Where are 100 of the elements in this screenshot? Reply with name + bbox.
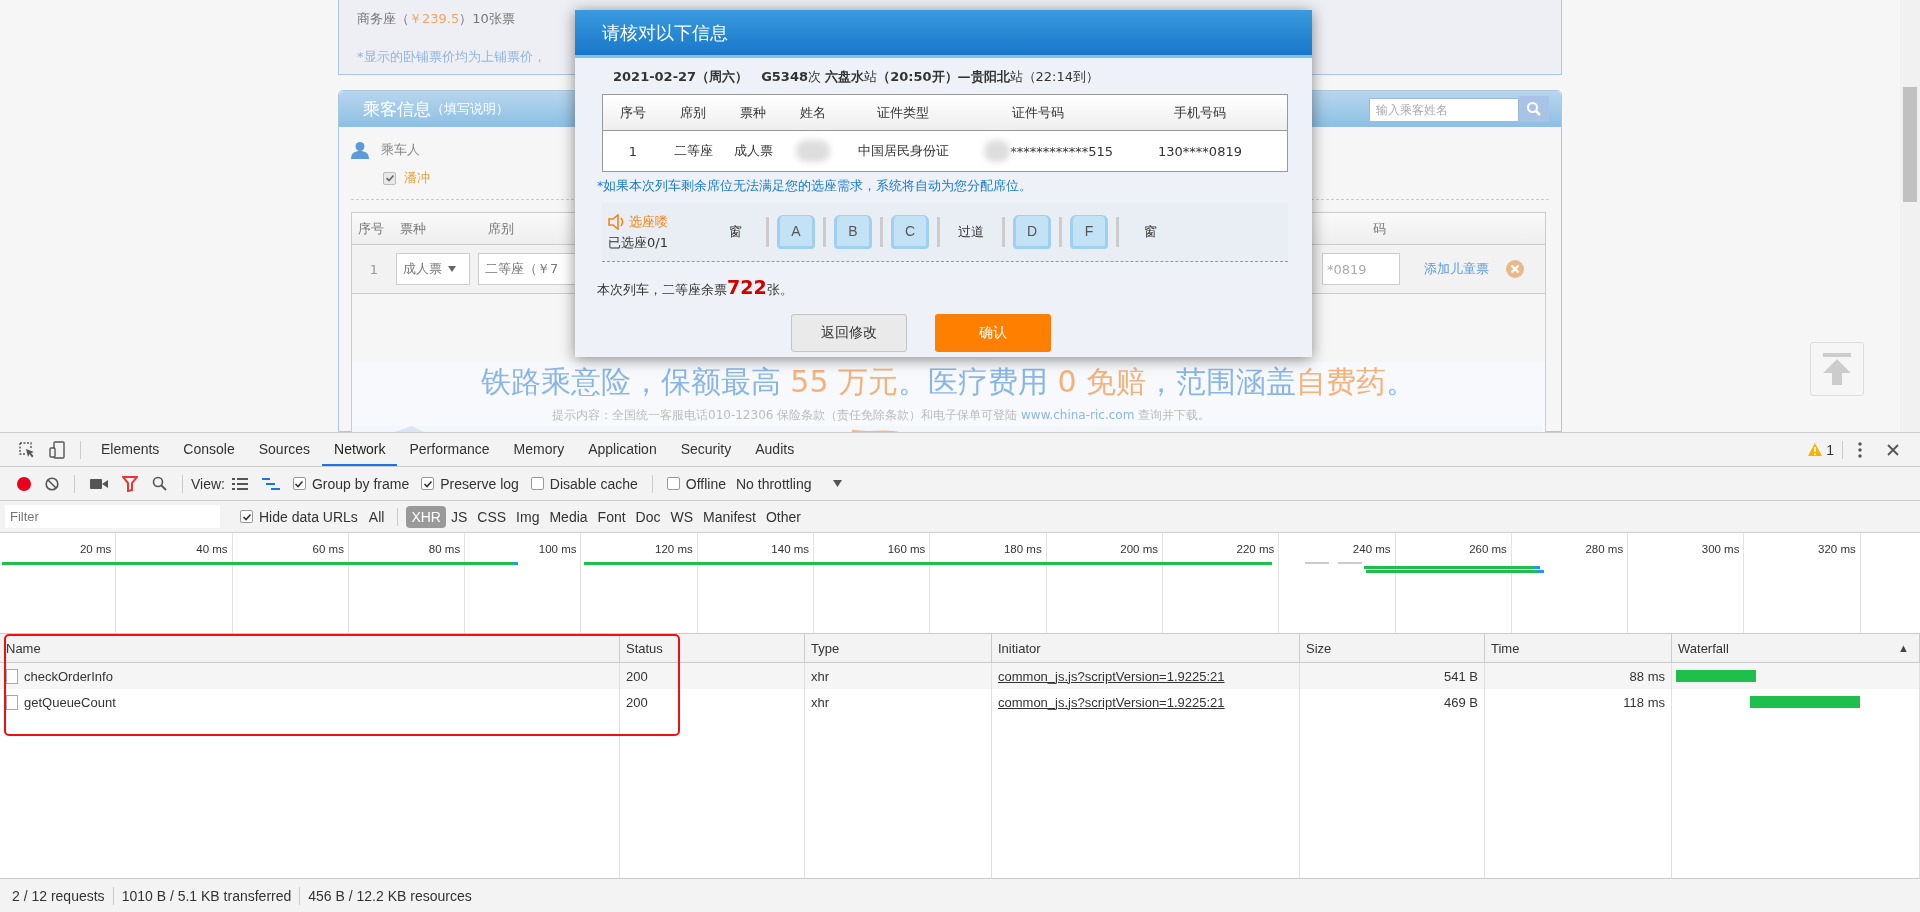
initiator-link[interactable]: common_js.js?scriptVersion=1.9225:21: [998, 694, 1225, 710]
type-filter-button[interactable]: WS: [665, 505, 699, 528]
request-name[interactable]: checkOrderInfo: [24, 668, 113, 684]
column-header[interactable]: Type: [811, 640, 840, 656]
type-filter-button[interactable]: Img: [511, 505, 545, 528]
option-checkbox[interactable]: Offline: [666, 475, 726, 492]
checkmark-icon: [241, 511, 252, 522]
caret-icon: [448, 266, 456, 272]
more-options-icon[interactable]: [1858, 441, 1862, 458]
file-icon: [6, 694, 18, 710]
table-cell: 88 ms: [1629, 668, 1665, 684]
devtools-tab[interactable]: Sources: [246, 433, 323, 466]
checkmark-icon: [422, 478, 433, 489]
type-filter-button[interactable]: Font: [592, 505, 631, 528]
type-filter-button[interactable]: Other: [761, 505, 806, 528]
timeline-tick-label: 280 ms: [1585, 543, 1624, 555]
timeline-tick-label: 40 ms: [196, 543, 228, 555]
record-button[interactable]: [17, 476, 31, 491]
timeline-tick-label: 160 ms: [887, 543, 926, 555]
column-header[interactable]: Status: [626, 640, 663, 656]
option-checkbox[interactable]: Disable cache: [530, 475, 638, 492]
column-header[interactable]: Waterfall: [1678, 640, 1729, 656]
seat-button[interactable]: F: [1070, 215, 1108, 249]
type-filter-button[interactable]: CSS: [472, 505, 512, 528]
hide-data-urls-checkbox[interactable]: Hide data URLs: [240, 508, 358, 525]
redaction-blur: [796, 140, 830, 162]
timeline-tick-label: 120 ms: [655, 543, 693, 555]
timeline-tick-label: 20 ms: [79, 543, 112, 555]
filter-icon[interactable]: [122, 475, 138, 492]
type-filter-button[interactable]: Doc: [630, 505, 666, 528]
fare-note: *显示的卧铺票价均为上铺票价，: [357, 48, 547, 66]
timeline-tick-label: 80 ms: [428, 543, 461, 555]
column-header[interactable]: Size: [1306, 640, 1332, 656]
table-cell: xhr: [811, 668, 830, 684]
type-filter-button[interactable]: All: [363, 505, 390, 528]
seat-position-label: 窗: [727, 223, 743, 241]
seat-button[interactable]: C: [891, 215, 929, 249]
seat-button[interactable]: A: [777, 215, 815, 249]
table-cell: 200: [626, 668, 648, 684]
timeline-tick-label: 260 ms: [1469, 543, 1507, 555]
column-header: 证件类型: [876, 103, 930, 122]
devtools-tab[interactable]: Security: [668, 433, 744, 466]
timeline-tick-label: 180 ms: [1003, 543, 1042, 555]
devtools-tab[interactable]: Memory: [501, 433, 577, 466]
option-checkbox[interactable]: Preserve log: [421, 475, 519, 492]
option-checkbox[interactable]: Group by frame: [293, 475, 410, 492]
seat-button[interactable]: D: [1013, 215, 1051, 249]
rider-checkbox[interactable]: [383, 171, 396, 185]
close-icon[interactable]: [1887, 443, 1899, 456]
caret-icon: [833, 480, 843, 487]
device-toolbar-icon[interactable]: [49, 440, 65, 459]
timeline-tick-label: 240 ms: [1352, 543, 1391, 555]
type-filter-button[interactable]: Media: [544, 505, 593, 528]
devtools-tab[interactable]: Console: [171, 433, 247, 466]
list-view-icon[interactable]: [232, 477, 248, 490]
column-header[interactable]: Name: [6, 640, 41, 656]
person-icon: [351, 141, 369, 159]
row-number: 1: [368, 261, 380, 277]
type-filter-button[interactable]: JS: [445, 505, 473, 528]
ticket-type-select[interactable]: 成人票: [396, 253, 470, 285]
column-header: 序号: [619, 103, 647, 122]
column-header: 序号: [358, 219, 385, 238]
checkmark-icon: [294, 478, 305, 489]
seat-title: 选座喽: [629, 212, 668, 231]
type-filter-button[interactable]: Manifest: [698, 505, 761, 528]
devtools-tab[interactable]: Performance: [397, 433, 502, 466]
status-text: 456 B / 12.2 KB resources: [308, 887, 472, 904]
devtools-tab[interactable]: Elements: [89, 433, 172, 466]
inspect-icon[interactable]: [19, 441, 35, 458]
rider-label: 乘车人: [381, 141, 420, 159]
seat-position-label: 过道: [957, 223, 985, 241]
filter-field[interactable]: Filter: [5, 505, 220, 528]
rider-name: 潘冲: [404, 169, 430, 187]
camera-icon[interactable]: [90, 477, 108, 490]
request-name[interactable]: getQueueCount: [24, 694, 116, 710]
scrollbar[interactable]: [1900, 0, 1920, 432]
table-cell: 541 B: [1444, 668, 1478, 684]
warning-count[interactable]: 1: [1826, 441, 1834, 458]
devtools-tab[interactable]: Application: [576, 433, 669, 466]
column-header[interactable]: Time: [1491, 640, 1520, 656]
sort-indicator[interactable]: ▲: [1898, 642, 1909, 654]
initiator-link[interactable]: common_js.js?scriptVersion=1.9225:21: [998, 668, 1225, 684]
waterfall-view-icon[interactable]: [262, 477, 280, 490]
column-header[interactable]: Initiator: [998, 640, 1041, 656]
seat-button[interactable]: B: [834, 215, 872, 249]
seat-position-label: 窗: [1142, 223, 1158, 241]
search-icon: [1526, 101, 1542, 117]
back-button[interactable]: 返回修改: [790, 314, 907, 352]
timeline-tick-label: 140 ms: [771, 543, 810, 555]
throttling-dropdown[interactable]: No throttling: [732, 475, 847, 492]
clear-icon[interactable]: [45, 476, 59, 491]
timeline-tick-label: 220 ms: [1236, 543, 1275, 555]
search-icon[interactable]: [152, 476, 167, 491]
seat-notice: *如果本次列车剩余席位无法满足您的选座需求，系统将自动为您分配席位。: [596, 177, 1034, 195]
passenger-search-field[interactable]: 输入乘客姓名: [1369, 97, 1519, 122]
panel-title: 乘客信息: [363, 97, 431, 121]
status-text: 1010 B / 5.1 KB transferred: [121, 887, 292, 904]
speaker-icon: [608, 213, 626, 230]
devtools-tab[interactable]: Audits: [743, 433, 807, 466]
dialog-title: 请核对以下信息: [602, 20, 728, 45]
